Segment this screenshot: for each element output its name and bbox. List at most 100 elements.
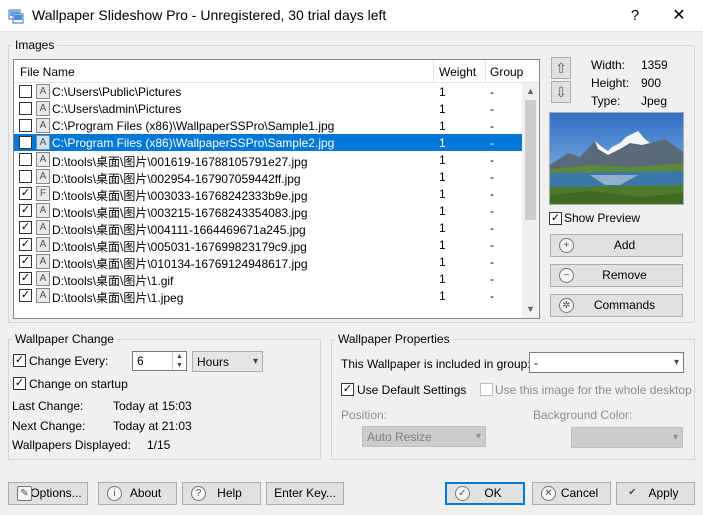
interval-stepper[interactable]: 6 ▲ ▼ [132, 351, 187, 371]
group-cell: - [490, 272, 494, 286]
table-row[interactable]: ✓ A D:\tools\桌面\图片\005031-167699823179c9.j… [14, 236, 522, 254]
last-change-value: Today at 15:03 [113, 399, 192, 413]
column-weight[interactable]: Weight [439, 65, 476, 79]
increment-icon[interactable]: ▲ [173, 352, 186, 361]
change-every-checkbox[interactable]: ✓ [13, 354, 26, 367]
weight-cell: 1 [439, 102, 446, 116]
add-button[interactable]: + Add [550, 234, 683, 257]
row-checkbox[interactable]: ✓ [19, 289, 32, 302]
group-cell: - [490, 102, 494, 116]
change-on-startup-checkbox[interactable]: ✓ [13, 377, 26, 390]
file-type-icon: A [36, 203, 50, 218]
file-type-icon: A [36, 135, 50, 150]
move-down-button[interactable]: ⇩ [551, 81, 571, 103]
file-type-icon: F [36, 186, 50, 201]
remove-icon: − [559, 268, 574, 283]
interval-unit-select[interactable]: Hours ▾ [192, 351, 263, 372]
interval-value: 6 [137, 354, 144, 368]
wallpaper-properties-title: Wallpaper Properties [335, 332, 453, 346]
add-icon: + [559, 238, 574, 253]
wallpaper-change-title: Wallpaper Change [12, 332, 117, 346]
check-icon: ✓ [455, 486, 470, 501]
whole-desktop-checkbox[interactable] [480, 383, 493, 396]
apply-icon: ✔ [628, 487, 637, 498]
row-checkbox[interactable] [19, 170, 32, 183]
wrench-icon: ✎ [17, 486, 32, 501]
help-title-button[interactable]: ? [620, 4, 650, 28]
gear-icon: ✲ [559, 298, 574, 313]
ok-button[interactable]: ✓ OK [445, 482, 525, 505]
interval-unit-value: Hours [197, 355, 230, 369]
row-checkbox[interactable]: ✓ [19, 204, 32, 217]
commands-button[interactable]: ✲ Commands [550, 294, 683, 317]
use-default-settings-checkbox[interactable]: ✓ [341, 383, 354, 396]
table-row[interactable]: A C:\Users\admin\Pictures 1 - [14, 100, 522, 117]
remove-button[interactable]: − Remove [550, 264, 683, 287]
chevron-down-icon: ▾ [252, 356, 258, 367]
row-checkbox[interactable]: ✓ [19, 255, 32, 268]
row-checkbox[interactable] [19, 85, 32, 98]
column-group[interactable]: Group [490, 65, 523, 79]
row-checkbox[interactable] [19, 153, 32, 166]
close-button[interactable]: ✕ [662, 4, 696, 28]
help-button[interactable]: ? Help [182, 482, 261, 505]
next-change-label: Next Change: [12, 419, 86, 433]
row-checkbox[interactable] [19, 102, 32, 115]
group-cell: - [490, 170, 494, 184]
table-row[interactable]: ✓ F D:\tools\桌面\图片\003033-16768242333b9e.j… [14, 185, 522, 203]
table-row[interactable]: A D:\tools\桌面\图片\001619-16788105791e27.jp… [14, 151, 522, 169]
scroll-up-icon[interactable]: ▲ [522, 83, 539, 100]
change-on-startup-label: Change on startup [29, 377, 128, 391]
info-icon: i [107, 486, 122, 501]
row-checkbox[interactable]: ✓ [19, 221, 32, 234]
background-color-select[interactable]: ▾ [571, 427, 683, 448]
enter-key-button[interactable]: Enter Key... [266, 482, 344, 505]
group-select[interactable]: - ▾ [529, 352, 684, 373]
whole-desktop-label: Use this image for the whole desktop [495, 383, 692, 397]
move-up-button[interactable]: ⇧ [551, 57, 571, 79]
file-name-cell: C:\Program Files (x86)\WallpaperSSPro\Sa… [52, 136, 335, 150]
weight-cell: 1 [439, 204, 446, 218]
row-checkbox[interactable] [19, 136, 32, 149]
app-icon [8, 9, 24, 24]
chevron-down-icon: ▾ [672, 432, 678, 443]
file-type-icon: A [36, 254, 50, 269]
last-change-label: Last Change: [12, 399, 84, 413]
help-icon: ? [191, 486, 206, 501]
table-row[interactable]: ✓ A D:\tools\桌面\图片\1.jpeg 1 - [14, 287, 522, 305]
title-bar: Wallpaper Slideshow Pro - Unregistered, … [0, 0, 703, 32]
row-checkbox[interactable]: ✓ [19, 187, 32, 200]
row-checkbox[interactable]: ✓ [19, 272, 32, 285]
about-button[interactable]: i About [98, 482, 177, 505]
table-row[interactable]: ✓ A D:\tools\桌面\图片\003215-16768243354083.j… [14, 202, 522, 220]
change-every-label: Change Every: [29, 354, 109, 368]
file-type-icon: A [36, 271, 50, 286]
weight-cell: 1 [439, 272, 446, 286]
wallpapers-displayed-label: Wallpapers Displayed: [12, 438, 131, 452]
table-row[interactable]: ✓ A D:\tools\桌面\图片\1.gif 1- [14, 270, 522, 288]
table-row[interactable]: A D:\tools\桌面\图片\002954-167907059442ff.jp… [14, 168, 522, 186]
width-value: 1359 [641, 58, 668, 72]
row-checkbox[interactable]: ✓ [19, 238, 32, 251]
apply-button[interactable]: ✔ Apply [616, 482, 695, 505]
column-file-name[interactable]: File Name [20, 65, 75, 79]
table-row[interactable]: A C:\Users\Public\Pictures 1 - [14, 83, 522, 100]
scroll-thumb[interactable] [525, 100, 536, 220]
table-row[interactable]: ✓ A D:\tools\桌面\图片\010134-16769124948617.j… [14, 253, 522, 271]
list-scrollbar[interactable]: ▲ ▼ [522, 83, 539, 318]
scroll-down-icon[interactable]: ▼ [522, 301, 539, 318]
position-select[interactable]: Auto Resize ▾ [362, 426, 486, 447]
file-type-icon: A [36, 84, 50, 99]
table-row[interactable]: A C:\Program Files (x86)\WallpaperSSPro\S… [14, 117, 522, 134]
table-row[interactable]: A C:\Program Files (x86)\WallpaperSSPro\S… [14, 134, 522, 151]
row-checkbox[interactable] [19, 119, 32, 132]
cancel-button[interactable]: ✕ Cancel [532, 482, 611, 505]
show-preview-checkbox[interactable]: ✓ [549, 212, 562, 225]
options-button[interactable]: ✎ Options... [8, 482, 88, 505]
weight-cell: 1 [439, 255, 446, 269]
group-cell: - [490, 119, 494, 133]
file-list[interactable]: File Name Weight Group A C:\Users\Public\… [13, 59, 540, 319]
help-label: Help [217, 486, 242, 500]
table-row[interactable]: ✓ A D:\tools\桌面\图片\004111-1664469671a245.j… [14, 219, 522, 237]
decrement-icon[interactable]: ▼ [173, 361, 186, 370]
